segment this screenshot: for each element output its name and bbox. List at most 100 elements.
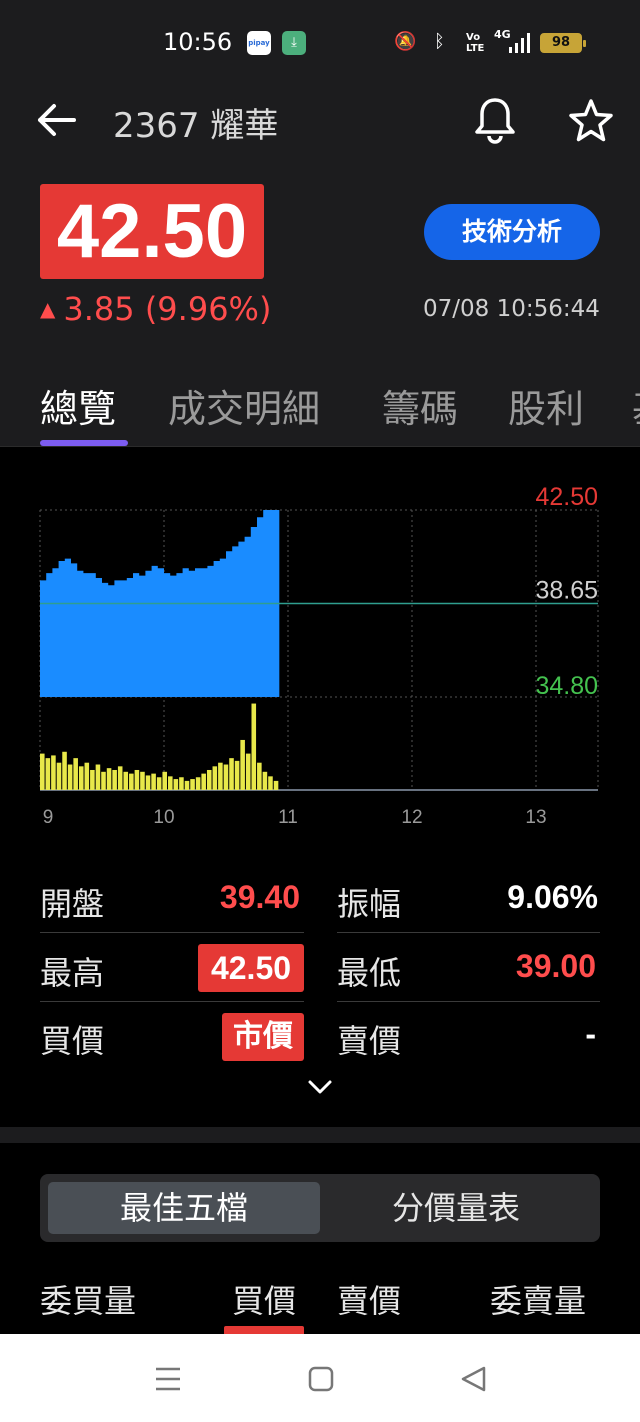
volume-bar: [240, 739, 245, 790]
volume-bar: [262, 771, 268, 790]
tab-dividend[interactable]: 股利: [508, 378, 584, 433]
volume-bar: [168, 776, 173, 790]
quote-timestamp: 07/08 10:56:44: [423, 296, 600, 322]
volume-bar: [206, 769, 212, 790]
signal-icon: [509, 33, 530, 53]
low-value: 39.00: [515, 948, 596, 984]
volume-bar: [101, 771, 106, 790]
back-arrow-icon[interactable]: [36, 102, 76, 138]
high-label: 最高: [40, 954, 105, 992]
volume-bar: [273, 780, 279, 790]
bid-price-cell: [224, 1326, 304, 1334]
battery-indicator: 98: [540, 33, 586, 53]
volume-bar: [123, 771, 129, 790]
current-price: 42.50: [56, 189, 248, 274]
status-time: 10:56: [163, 28, 233, 56]
volume-bar: [73, 758, 78, 790]
ask-label: 賣價: [337, 1022, 402, 1060]
volume-bar: [212, 766, 218, 790]
volume-bar: [129, 773, 134, 790]
ask-volume-header: 委賣量: [490, 1282, 587, 1320]
bid-price-header: 買價: [232, 1282, 297, 1320]
volume-bar: [95, 764, 101, 790]
menu-icon[interactable]: [154, 1366, 182, 1392]
volume-bar: [140, 771, 145, 790]
y-label-reference: 38.65: [535, 577, 598, 605]
amplitude-value: 9.06%: [507, 879, 598, 915]
best-five-button[interactable]: 最佳五檔: [48, 1182, 320, 1234]
home-square-icon[interactable]: [308, 1366, 334, 1392]
x-tick-label: 13: [525, 807, 546, 828]
volume-bar: [78, 766, 84, 790]
open-value: 39.40: [219, 879, 300, 915]
volume-bar: [40, 753, 45, 790]
volume-bar: [67, 764, 73, 790]
price-change: ▲ 3.85 (9.96%): [40, 290, 271, 328]
y-label-low: 34.80: [535, 672, 598, 700]
section-separator: [0, 1127, 640, 1143]
order-book-toggle: 最佳五檔 分價量表: [40, 1174, 600, 1242]
pipay-app-icon: pipay: [247, 31, 271, 55]
row-divider: [337, 932, 600, 933]
volume-bar: [245, 753, 251, 790]
tab-overview[interactable]: 總覽: [40, 378, 116, 433]
open-label: 開盤: [40, 885, 105, 923]
amplitude-label: 振幅: [337, 885, 402, 923]
volume-bar: [223, 764, 229, 790]
volume-bar: [117, 766, 123, 790]
tab-more[interactable]: 基: [632, 378, 640, 433]
volume-bar: [179, 777, 184, 790]
ask-value: -: [585, 1016, 596, 1052]
x-tick-label: 10: [153, 807, 174, 828]
volume-bar: [134, 769, 140, 790]
volume-bar: [84, 762, 90, 790]
row-divider: [337, 1001, 600, 1002]
ask-price-header: 賣價: [337, 1282, 402, 1320]
chevron-down-icon[interactable]: [307, 1078, 333, 1096]
volume-bar: [62, 751, 67, 790]
volume-bar: [90, 769, 95, 790]
price-volume-button[interactable]: 分價量表: [320, 1182, 592, 1234]
bid-volume-header: 委買量: [40, 1282, 137, 1320]
bid-value: 市價: [222, 1013, 304, 1061]
bid-label: 買價: [40, 1022, 105, 1060]
row-divider: [40, 1001, 304, 1002]
volume-bar: [229, 758, 234, 790]
x-tick-label: 11: [278, 807, 298, 828]
high-value: 42.50: [198, 944, 304, 992]
system-nav-bar: [0, 1334, 640, 1422]
volume-bar: [45, 758, 51, 790]
volume-bar: [251, 703, 257, 790]
bluetooth-icon: ᛒ: [434, 31, 445, 52]
volume-bar: [156, 777, 162, 790]
back-triangle-icon[interactable]: [460, 1366, 488, 1392]
tab-chips[interactable]: 籌碼: [382, 378, 458, 433]
volume-bar: [106, 768, 112, 790]
status-bar: 10:56 pipay ⤓ 🔕 ᛒ Vo LTE 4G 98: [0, 0, 640, 86]
star-icon[interactable]: [568, 98, 614, 144]
volume-bar: [190, 779, 195, 790]
volume-bar: [51, 755, 56, 790]
y-label-high: 42.50: [535, 483, 598, 511]
volume-bar: [112, 769, 117, 790]
change-value: 3.85 (9.96%): [63, 290, 272, 328]
volume-bar: [151, 773, 156, 790]
volume-bar: [234, 760, 240, 790]
up-arrow-icon: ▲: [40, 297, 56, 321]
tab-bar: 總覽 成交明細 籌碼 股利 基: [0, 370, 640, 446]
volume-bar: [56, 762, 62, 790]
volume-bar: [184, 780, 190, 790]
x-tick-label: 9: [43, 807, 54, 828]
x-tick-label: 12: [401, 807, 422, 828]
low-label: 最低: [337, 954, 402, 992]
volume-bar: [195, 777, 201, 790]
tab-trade-details[interactable]: 成交明細: [168, 378, 320, 433]
volume-bar: [173, 779, 179, 790]
bell-icon[interactable]: [472, 96, 518, 144]
price-box: 42.50: [40, 184, 264, 279]
volume-bar: [218, 762, 223, 790]
download-icon: ⤓: [282, 31, 306, 55]
volte-label: Vo LTE: [466, 32, 485, 54]
technical-analysis-button[interactable]: 技術分析: [424, 204, 600, 260]
mute-icon: 🔕: [394, 31, 417, 52]
